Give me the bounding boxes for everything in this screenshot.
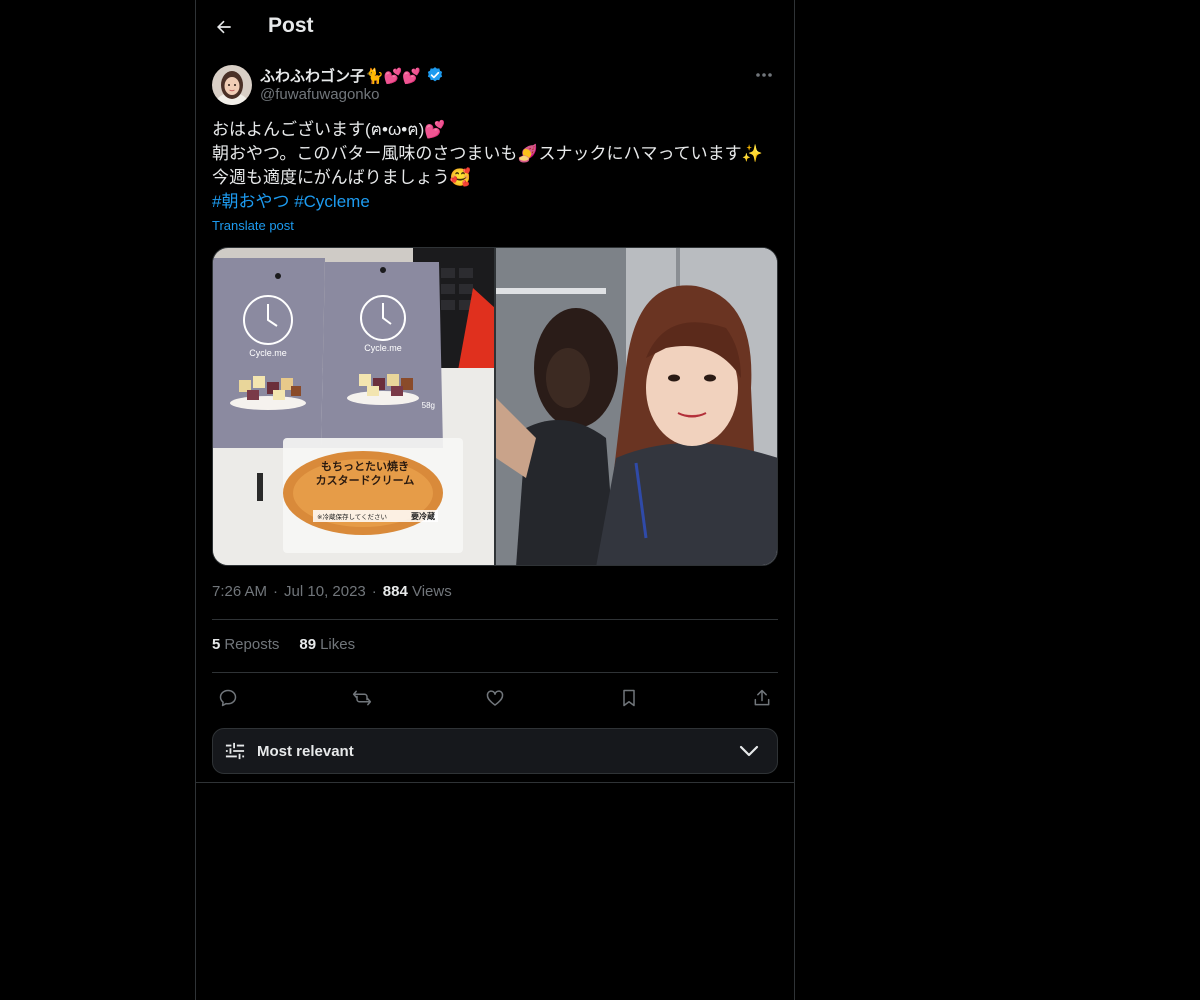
meta-separator: · xyxy=(371,583,377,600)
author-display-name[interactable]: ふわふわゴン子🐈💕💕 xyxy=(260,65,421,86)
likes-count: 89 xyxy=(299,636,317,653)
divider xyxy=(212,619,778,620)
views-count: 884 Views xyxy=(383,583,452,600)
pastry-note: ※冷蔵保存してください xyxy=(317,512,387,521)
reply-button[interactable] xyxy=(212,682,244,714)
like-button[interactable] xyxy=(479,682,511,714)
arrow-left-icon xyxy=(217,20,231,34)
author-handle[interactable]: @fuwafuwagonko xyxy=(260,86,379,103)
post-line: 朝おやつ。このバター風味のさつまいも🍠スナックにハマっています✨ xyxy=(212,144,763,163)
post-text: おはよんございます(ฅ•ω•ฅ)💕 朝おやつ。このバター風味のさつまいも🍠スナッ… xyxy=(212,118,778,214)
views-label: Views xyxy=(411,583,452,600)
hashtag-link[interactable]: #Cycleme xyxy=(294,192,370,211)
post-line: おはよんございます(ฅ•ω•ฅ)💕 xyxy=(212,120,446,139)
share-button[interactable] xyxy=(746,682,778,714)
post-date[interactable]: Jul 10, 2023 xyxy=(284,583,366,600)
likes-stat[interactable]: 89 Likes xyxy=(299,636,355,653)
back-button[interactable] xyxy=(208,11,240,43)
bag-brand-label: Cycle.me xyxy=(364,343,402,353)
reply-icon xyxy=(219,689,237,707)
post-meta: 7:26 AM · Jul 10, 2023 · 884 Views xyxy=(212,583,452,600)
page-header: Post xyxy=(196,0,794,54)
post-author: ふわふわゴン子🐈💕💕 @fuwafuwagonko xyxy=(212,64,778,108)
sort-label: Most relevant xyxy=(257,742,354,760)
post-media: Cycle.me Cycle.me 58g もちっとたい焼き カスタードクリーム… xyxy=(212,247,778,566)
share-icon xyxy=(754,689,770,706)
more-options-button[interactable] xyxy=(750,64,778,86)
bag-weight-label: 58g xyxy=(422,401,435,410)
likes-label: Likes xyxy=(320,636,356,653)
reposts-count: 5 xyxy=(212,636,221,653)
divider xyxy=(196,782,794,783)
reply-sort-dropdown[interactable]: Most relevant xyxy=(212,728,778,774)
pastry-name-line1: もちっとたい焼き xyxy=(321,459,409,473)
bag-brand-label: Cycle.me xyxy=(249,348,287,358)
post-line: 今週も適度にがんばりましょう🥰 xyxy=(212,168,471,187)
avatar[interactable] xyxy=(212,65,252,105)
media-photo-selfie[interactable] xyxy=(496,248,777,565)
translate-post-link[interactable]: Translate post xyxy=(212,218,294,233)
hashtag-link[interactable]: #朝おやつ xyxy=(212,192,289,211)
verified-badge-icon xyxy=(426,66,444,84)
repost-icon xyxy=(352,690,371,706)
chevron-down-icon xyxy=(739,745,759,757)
hashtags: #朝おやつ #Cycleme xyxy=(212,190,778,214)
post-time[interactable]: 7:26 AM xyxy=(212,583,267,600)
bookmark-button[interactable] xyxy=(613,682,645,714)
meta-separator: · xyxy=(273,583,279,600)
reposts-label: Reposts xyxy=(224,636,280,653)
divider xyxy=(212,672,778,673)
bookmark-icon xyxy=(622,689,635,707)
heart-icon xyxy=(486,690,504,706)
action-bar xyxy=(212,682,778,714)
sliders-icon xyxy=(223,739,247,763)
post-column: Post ふわふわゴン子🐈💕💕 @fuwafuwagonko おはよんございます… xyxy=(195,0,795,1000)
pastry-name-line2: カスタードクリーム xyxy=(316,474,415,487)
page-title: Post xyxy=(268,14,314,37)
repost-button[interactable] xyxy=(346,682,378,714)
media-photo-snacks[interactable]: Cycle.me Cycle.me 58g もちっとたい焼き カスタードクリーム… xyxy=(213,248,494,565)
post-stats: 5 Reposts 89 Likes xyxy=(212,636,355,653)
pastry-badge: 要冷蔵 xyxy=(411,511,435,521)
views-number: 884 xyxy=(382,583,408,600)
name-row: ふわふわゴン子🐈💕💕 xyxy=(260,64,444,86)
more-horizontal-icon xyxy=(756,73,772,77)
reposts-stat[interactable]: 5 Reposts xyxy=(212,636,279,653)
